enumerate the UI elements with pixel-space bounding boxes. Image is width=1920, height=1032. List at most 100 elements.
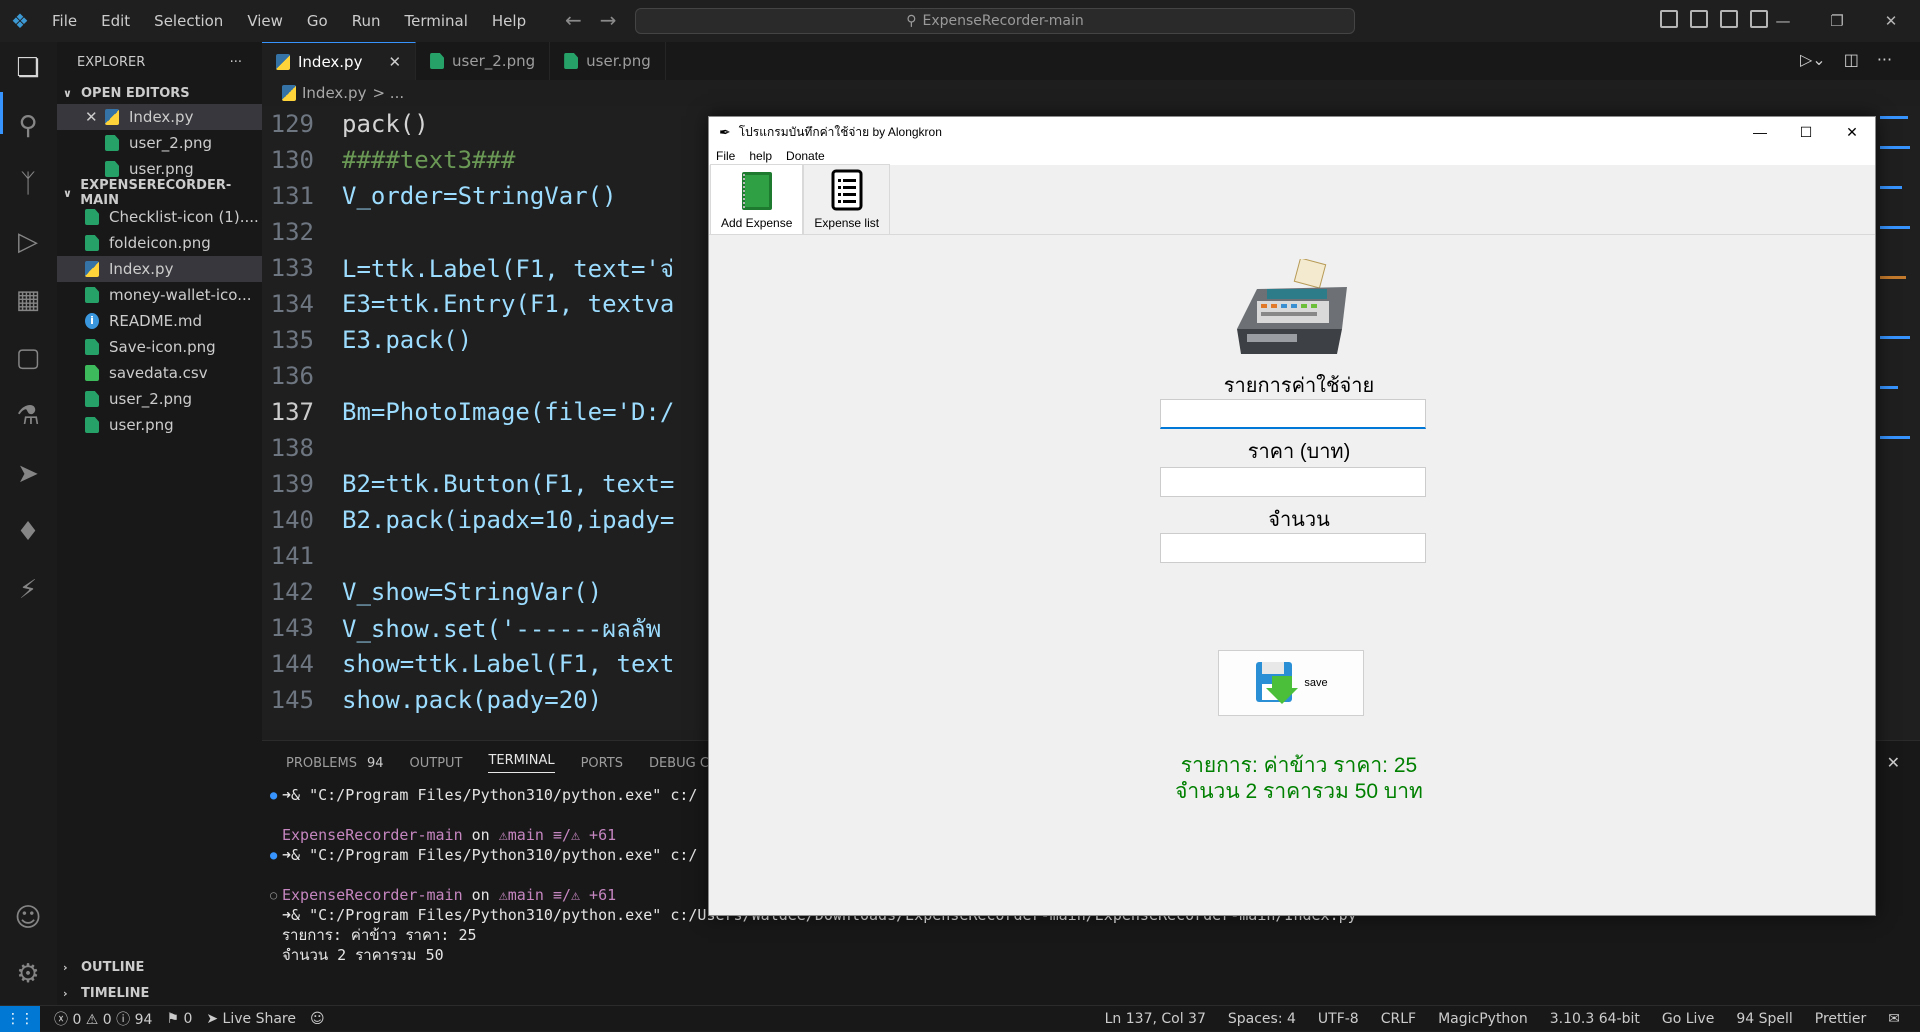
- cursor-position[interactable]: Ln 137, Col 37: [1105, 1011, 1206, 1027]
- project-section[interactable]: ∨ EXPENSERECORDER-MAIN: [57, 178, 262, 208]
- file-item[interactable]: Index.py: [57, 256, 262, 282]
- notifications-bell-icon[interactable]: ✉: [1888, 1011, 1900, 1027]
- restore-icon[interactable]: ❐: [1810, 0, 1864, 42]
- problems-status[interactable]: ⓧ 0 ⚠ 0 ⓘ 94: [54, 1009, 152, 1029]
- item-entry[interactable]: [1160, 399, 1426, 429]
- menu-go[interactable]: Go: [295, 0, 340, 42]
- file-item[interactable]: user.png: [57, 412, 262, 438]
- explorer-header: EXPLORER ···: [57, 42, 262, 82]
- tab-problems[interactable]: PROBLEMS 94: [286, 756, 384, 771]
- more-actions-icon[interactable]: ···: [230, 55, 242, 70]
- command-center[interactable]: ⚲ ExpenseRecorder-main: [635, 8, 1355, 34]
- menu-view[interactable]: View: [235, 0, 295, 42]
- menu-file[interactable]: File: [40, 0, 89, 42]
- file-item[interactable]: foldeicon.png: [57, 230, 262, 256]
- tk-menu-donate[interactable]: Donate: [786, 149, 825, 163]
- save-button[interactable]: save: [1218, 650, 1364, 716]
- spell-check[interactable]: 94 Spell: [1736, 1011, 1792, 1027]
- menu-terminal[interactable]: Terminal: [393, 0, 480, 42]
- search-icon[interactable]: ⚲: [12, 110, 44, 142]
- forward-arrow-icon[interactable]: →: [600, 8, 617, 32]
- tab-add-expense[interactable]: Add Expense: [710, 164, 804, 234]
- explorer-icon[interactable]: ❏: [12, 52, 44, 84]
- line-endings[interactable]: CRLF: [1381, 1011, 1416, 1027]
- timeline-section[interactable]: › TIMELINE: [57, 982, 262, 1004]
- code-line: 142 V_show=StringVar(): [262, 574, 712, 610]
- toggle-secondary-sidebar-icon[interactable]: [1720, 10, 1738, 28]
- close-icon[interactable]: ✕: [1829, 117, 1875, 147]
- remote-explorer-icon[interactable]: ▢: [12, 342, 44, 374]
- file-label: Checklist-icon (1)....: [109, 208, 259, 226]
- close-panel-icon[interactable]: ✕: [1887, 753, 1900, 772]
- file-item[interactable]: savedata.csv: [57, 360, 262, 386]
- tab-user-png[interactable]: user.png: [550, 42, 666, 80]
- go-live[interactable]: Go Live: [1662, 1011, 1714, 1027]
- line-number: 138: [270, 434, 314, 462]
- more-icon[interactable]: ···: [1877, 50, 1892, 69]
- back-arrow-icon[interactable]: ←: [565, 8, 582, 32]
- editor-tabs: Index.py ✕ user_2.png user.png: [262, 42, 1920, 80]
- tab-index-py[interactable]: Index.py ✕: [262, 42, 417, 80]
- price-entry[interactable]: [1160, 467, 1426, 497]
- testing-icon[interactable]: ⚗: [12, 400, 44, 432]
- prettier[interactable]: Prettier: [1815, 1011, 1867, 1027]
- feedback-icon[interactable]: ☺: [310, 1011, 325, 1027]
- tab-terminal[interactable]: TERMINAL: [488, 753, 555, 773]
- tk-menu-file[interactable]: File: [716, 149, 735, 163]
- toggle-sidebar-icon[interactable]: [1660, 10, 1678, 28]
- outline-section[interactable]: › OUTLINE: [57, 956, 262, 978]
- live-share-icon[interactable]: ➤: [12, 458, 44, 490]
- remote-indicator-icon[interactable]: ⋮⋮: [0, 1005, 40, 1032]
- status-right: Ln 137, Col 37 Spaces: 4 UTF-8 CRLF Magi…: [1105, 1011, 1900, 1027]
- line-number: 145: [270, 686, 314, 714]
- tab-ports[interactable]: PORTS: [581, 756, 623, 771]
- split-editor-icon[interactable]: ◫: [1844, 50, 1859, 69]
- close-icon[interactable]: ✕: [388, 53, 401, 71]
- open-editor-item[interactable]: ✕ Index.py: [57, 104, 262, 130]
- ports-status[interactable]: ⚑ 0: [166, 1011, 192, 1027]
- language-mode[interactable]: MagicPython: [1438, 1011, 1528, 1027]
- tk-menu-help[interactable]: help: [749, 149, 772, 163]
- mongodb-icon[interactable]: ♦: [12, 516, 44, 548]
- open-editor-item[interactable]: user_2.png: [57, 130, 262, 156]
- tab-expense-list[interactable]: Expense list: [803, 164, 891, 234]
- minimize-icon[interactable]: —: [1756, 0, 1810, 42]
- code-editor[interactable]: 129 pack() 130 ####text3### 131 V_order=St…: [262, 106, 712, 730]
- run-icon[interactable]: ▷⌄: [1800, 50, 1826, 69]
- quantity-label: จำนวน: [1268, 509, 1330, 531]
- indentation[interactable]: Spaces: 4: [1228, 1011, 1296, 1027]
- file-item[interactable]: user_2.png: [57, 386, 262, 412]
- live-share-status[interactable]: ➤ Live Share: [206, 1011, 296, 1027]
- menu-edit[interactable]: Edit: [89, 0, 142, 42]
- encoding[interactable]: UTF-8: [1318, 1011, 1359, 1027]
- thunder-client-icon[interactable]: ⚡: [12, 574, 44, 606]
- notebook-icon: [741, 172, 772, 210]
- close-icon[interactable]: ✕: [1864, 0, 1918, 42]
- toggle-panel-icon[interactable]: [1690, 10, 1708, 28]
- file-item[interactable]: Save-icon.png: [57, 334, 262, 360]
- quantity-entry[interactable]: [1160, 533, 1426, 563]
- close-icon[interactable]: ✕: [85, 108, 105, 126]
- extensions-icon[interactable]: ▦: [12, 284, 44, 316]
- python-interpreter[interactable]: 3.10.3 64-bit: [1550, 1011, 1640, 1027]
- maximize-icon[interactable]: ☐: [1783, 117, 1829, 147]
- file-item[interactable]: i README.md: [57, 308, 262, 334]
- terminal-command: ➜& "C:/Program Files/Python310/python.ex…: [282, 906, 662, 924]
- open-editors-section[interactable]: ∨ OPEN EDITORS: [57, 82, 262, 104]
- tab-user-2-png[interactable]: user_2.png: [416, 42, 551, 80]
- menu-selection[interactable]: Selection: [142, 0, 235, 42]
- tab-output[interactable]: OUTPUT: [410, 756, 463, 771]
- image-file-icon: [85, 391, 99, 407]
- save-label: save: [1304, 677, 1328, 689]
- menu-run[interactable]: Run: [340, 0, 393, 42]
- run-debug-icon[interactable]: ▷: [12, 226, 44, 258]
- breadcrumb-file[interactable]: Index.py: [302, 84, 366, 102]
- line-number: 137: [270, 398, 314, 426]
- menu-help[interactable]: Help: [480, 0, 538, 42]
- minimize-icon[interactable]: —: [1737, 117, 1783, 147]
- file-item[interactable]: money-wallet-ico...: [57, 282, 262, 308]
- source-control-icon[interactable]: ᛉ: [12, 168, 44, 200]
- accounts-icon[interactable]: ☺: [12, 902, 44, 934]
- breadcrumb-rest[interactable]: > ...: [372, 84, 404, 102]
- manage-gear-icon[interactable]: ⚙: [12, 958, 44, 990]
